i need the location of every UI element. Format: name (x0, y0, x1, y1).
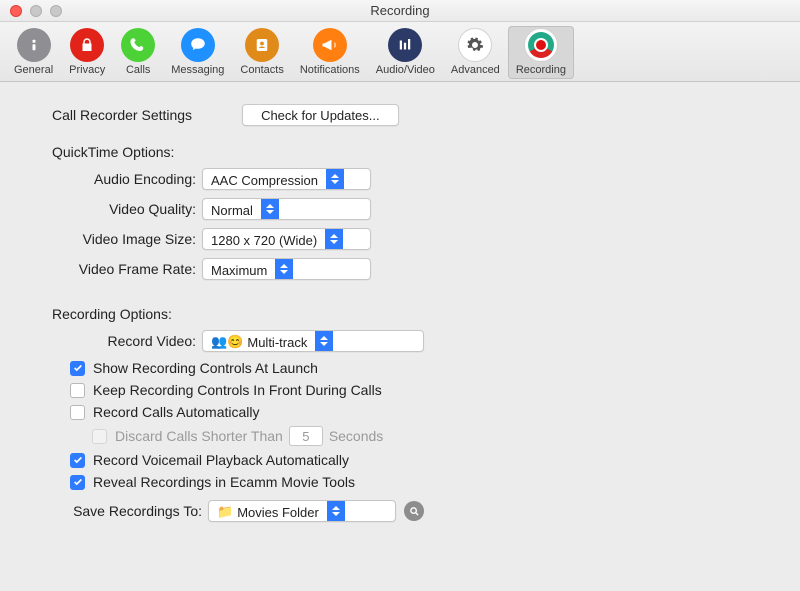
image-size-select[interactable]: 1280 x 720 (Wide) (202, 228, 371, 250)
checkbox-label: Record Calls Automatically (93, 404, 260, 420)
checkbox-label: Show Recording Controls At Launch (93, 360, 318, 376)
video-quality-label: Video Quality: (52, 201, 202, 217)
stepper-icon (326, 169, 344, 189)
audio-encoding-select[interactable]: AAC Compression (202, 168, 371, 190)
select-value: Maximum (203, 259, 275, 279)
select-value: Movies Folder (237, 505, 319, 520)
tab-messaging[interactable]: Messaging (163, 26, 232, 79)
tab-label: Recording (516, 64, 566, 76)
tab-privacy[interactable]: Privacy (61, 26, 113, 79)
titlebar: Recording (0, 0, 800, 22)
save-to-label: Save Recordings To: (52, 503, 202, 519)
checkbox-label: Reveal Recordings in Ecamm Movie Tools (93, 474, 355, 490)
tab-label: Privacy (69, 64, 105, 76)
stepper-icon (325, 229, 343, 249)
tab-label: Audio/Video (376, 64, 435, 76)
checkbox-icon (70, 383, 85, 398)
video-quality-select[interactable]: Normal (202, 198, 371, 220)
reveal-in-finder-button[interactable] (404, 501, 424, 521)
tab-label: Contacts (240, 64, 283, 76)
contacts-icon (245, 28, 279, 62)
select-value: 👥😊 Multi-track (203, 331, 315, 351)
checkbox-icon (70, 475, 85, 490)
lock-icon (70, 28, 104, 62)
tab-contacts[interactable]: Contacts (232, 26, 291, 79)
window-title: Recording (0, 3, 800, 18)
record-icon (524, 28, 558, 62)
tab-label: Advanced (451, 64, 500, 76)
image-size-label: Video Image Size: (52, 231, 202, 247)
check-updates-button[interactable]: Check for Updates... (242, 104, 399, 126)
select-value: Normal (203, 199, 261, 219)
checkbox-label-post: Seconds (329, 428, 383, 444)
multitrack-icon: 👥😊 (211, 334, 243, 350)
folder-icon: 📁 (217, 504, 233, 520)
record-video-label: Record Video: (52, 333, 202, 349)
tab-recording[interactable]: Recording (508, 26, 574, 79)
recording-heading: Recording Options: (52, 306, 766, 322)
stepper-icon (275, 259, 293, 279)
auto-record-checkbox[interactable]: Record Calls Automatically (70, 404, 766, 420)
gear-icon (458, 28, 492, 62)
select-value: AAC Compression (203, 169, 326, 189)
checkbox-label-pre: Discard Calls Shorter Than (115, 428, 283, 444)
prefs-toolbar: General Privacy Calls Messaging Contacts… (0, 22, 800, 82)
info-icon (17, 28, 51, 62)
record-video-select[interactable]: 👥😊 Multi-track (202, 330, 424, 352)
tab-notifications[interactable]: Notifications (292, 26, 368, 79)
phone-icon (121, 28, 155, 62)
content-pane: Call Recorder Settings Check for Updates… (0, 82, 800, 542)
checkbox-icon (70, 405, 85, 420)
record-voicemail-checkbox[interactable]: Record Voicemail Playback Automatically (70, 452, 766, 468)
stepper-icon (261, 199, 279, 219)
checkbox-icon (70, 361, 85, 376)
quicktime-heading: QuickTime Options: (52, 144, 766, 160)
frame-rate-label: Video Frame Rate: (52, 261, 202, 277)
equalizer-icon (388, 28, 422, 62)
tab-label: Calls (126, 64, 150, 76)
chat-icon (181, 28, 215, 62)
keep-front-checkbox[interactable]: Keep Recording Controls In Front During … (70, 382, 766, 398)
megaphone-icon (313, 28, 347, 62)
stepper-icon (327, 501, 345, 521)
audio-encoding-label: Audio Encoding: (52, 171, 202, 187)
frame-rate-select[interactable]: Maximum (202, 258, 371, 280)
tab-calls[interactable]: Calls (113, 26, 163, 79)
checkbox-label: Keep Recording Controls In Front During … (93, 382, 382, 398)
select-value: 1280 x 720 (Wide) (203, 229, 325, 249)
stepper-icon (315, 331, 333, 351)
checkbox-label: Record Voicemail Playback Automatically (93, 452, 349, 468)
tab-label: Notifications (300, 64, 360, 76)
reveal-recordings-checkbox[interactable]: Reveal Recordings in Ecamm Movie Tools (70, 474, 766, 490)
tab-general[interactable]: General (6, 26, 61, 79)
discard-seconds-input: 5 (289, 426, 323, 446)
tab-label: Messaging (171, 64, 224, 76)
tab-advanced[interactable]: Advanced (443, 26, 508, 79)
checkbox-icon (70, 453, 85, 468)
save-to-select[interactable]: 📁 Movies Folder (208, 500, 396, 522)
discard-short-checkbox: Discard Calls Shorter Than 5 Seconds (92, 426, 766, 446)
tab-label: General (14, 64, 53, 76)
settings-heading: Call Recorder Settings (52, 107, 192, 123)
tab-audiovideo[interactable]: Audio/Video (368, 26, 443, 79)
show-controls-checkbox[interactable]: Show Recording Controls At Launch (70, 360, 766, 376)
checkbox-icon (92, 429, 107, 444)
